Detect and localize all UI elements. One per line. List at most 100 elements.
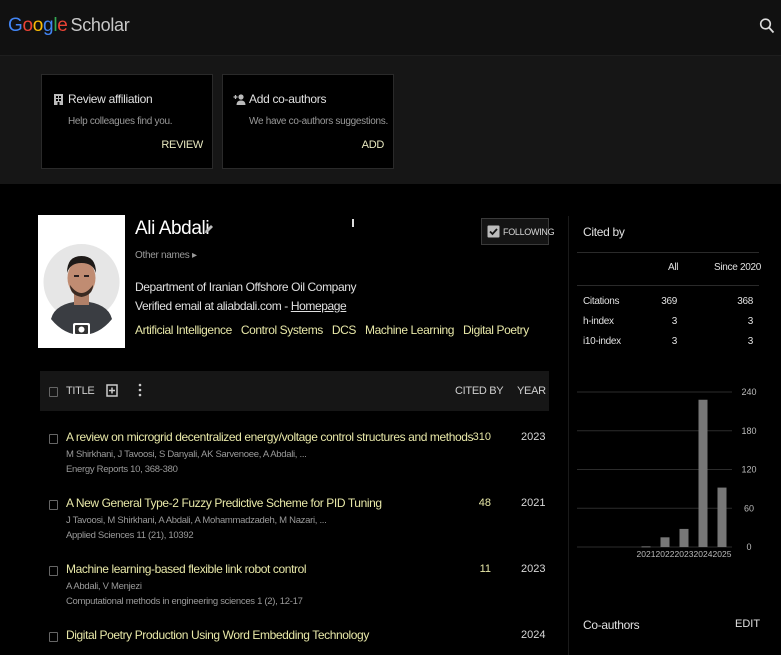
stat-all: 3	[671, 316, 678, 327]
logo-letter: o	[32, 15, 44, 36]
sort-by-cited[interactable]: CITED BY	[455, 385, 504, 397]
suggestions-banner: Review affiliation Help colleagues find …	[0, 56, 781, 184]
following-button[interactable]: FOLLOWING	[481, 218, 555, 245]
card-title: Review affiliation	[68, 92, 153, 106]
article-year: 2023	[521, 431, 546, 443]
divider	[577, 252, 759, 253]
col-all-header: All	[668, 262, 679, 273]
more-vert-icon[interactable]	[137, 382, 143, 398]
y-tick-label: 120	[741, 465, 756, 475]
coauthors-title: Co-authors	[583, 618, 640, 632]
article-title-link[interactable]: Digital Poetry Production Using Word Emb…	[66, 628, 369, 642]
article-title-link[interactable]: A New General Type-2 Fuzzy Predictive Sc…	[66, 496, 382, 510]
x-tick-label: 2021	[637, 549, 656, 559]
y-tick-label: 180	[741, 426, 756, 436]
stat-since: 368	[737, 296, 753, 307]
articles-table-header: TITLE CITED BY YEAR	[40, 371, 549, 411]
camera-icon[interactable]	[73, 323, 90, 336]
stat-all: 3	[671, 336, 678, 347]
y-tick-label: 60	[744, 503, 754, 513]
profile-photo-frame[interactable]	[38, 215, 125, 348]
article-year: 2021	[521, 497, 546, 509]
person-add-icon	[233, 94, 246, 105]
logo-suffix: Scholar	[70, 15, 130, 35]
interest-link[interactable]: DCS	[332, 323, 357, 337]
verified-email-text: Verified email at aliabdali.com -	[135, 299, 291, 313]
pencil-icon[interactable]	[203, 223, 215, 235]
stat-row-citations: Citations 369 368	[583, 296, 753, 310]
divider	[577, 285, 759, 286]
row-checkbox[interactable]	[49, 632, 58, 642]
logo-letter: g	[43, 15, 54, 36]
row-checkbox[interactable]	[49, 500, 58, 510]
add-article-icon[interactable]	[106, 383, 118, 397]
stat-label[interactable]: Citations	[583, 296, 620, 307]
stat-label[interactable]: h-index	[583, 316, 614, 327]
review-button[interactable]: REVIEW	[161, 139, 203, 151]
add-coauthors-card: Add co-authors We have co-authors sugges…	[222, 74, 394, 169]
card-subtitle: Help colleagues find you.	[68, 116, 173, 127]
row-checkbox[interactable]	[49, 566, 58, 576]
sort-by-year[interactable]: YEAR	[517, 385, 546, 397]
cited-by-count[interactable]: 11	[480, 563, 491, 575]
table-row: Digital Poetry Production Using Word Emb…	[40, 628, 549, 655]
logo-letter: G	[8, 15, 23, 36]
chart-bar[interactable]	[679, 528, 689, 547]
interest-link[interactable]: Control Systems	[241, 323, 323, 337]
article-authors: M Shirkhani, J Tavoosi, S Danyali, AK Sa…	[66, 449, 307, 460]
stat-row-i10-index: i10-index 3 3	[583, 336, 753, 350]
stat-all: 369	[661, 296, 677, 307]
article-venue: Computational methods in engineering sci…	[66, 596, 303, 607]
cited-by-count[interactable]: 310	[473, 431, 491, 443]
add-button[interactable]: ADD	[362, 139, 385, 151]
other-names-link[interactable]: Other names ▸	[135, 250, 197, 261]
table-row: A New General Type-2 Fuzzy Predictive Sc…	[40, 496, 549, 556]
article-title-link[interactable]: A review on microgrid decentralized ener…	[66, 430, 474, 444]
x-tick-label: 2022	[656, 549, 675, 559]
following-label: FOLLOWING	[503, 227, 555, 237]
review-affiliation-card: Review affiliation Help colleagues find …	[41, 74, 213, 169]
sort-by-title[interactable]: TITLE	[66, 385, 95, 397]
profile-name: Ali Abdali	[135, 218, 210, 239]
table-row: A review on microgrid decentralized ener…	[40, 430, 549, 490]
article-title-link[interactable]: Machine learning-based flexible link rob…	[66, 562, 307, 576]
homepage-link[interactable]: Homepage	[291, 299, 347, 313]
verified-email: Verified email at aliabdali.com - Homepa…	[135, 299, 347, 313]
chart-bar[interactable]	[698, 399, 708, 547]
affiliation: Department of Iranian Offshore Oil Compa…	[135, 280, 357, 294]
article-venue: Applied Sciences 11 (21), 10392	[66, 530, 194, 541]
article-venue: Energy Reports 10, 368-380	[66, 464, 178, 475]
logo-letter: o	[22, 15, 33, 36]
card-title: Add co-authors	[249, 92, 327, 106]
chart-bar[interactable]	[660, 537, 670, 547]
citations-bar-chart: 240 180 120 60 0 2021 2022 2023 2024 2025	[577, 387, 757, 559]
stat-label[interactable]: i10-index	[583, 336, 621, 347]
table-row: Machine learning-based flexible link rob…	[40, 562, 549, 622]
interest-link[interactable]: Artificial Intelligence	[135, 323, 232, 337]
search-icon[interactable]	[759, 17, 775, 35]
stat-since: 3	[747, 316, 754, 327]
chart-bar[interactable]	[641, 546, 651, 548]
interest-link[interactable]: Machine Learning	[365, 323, 454, 337]
col-since-header: Since 2020	[714, 262, 762, 273]
x-tick-label: 2025	[713, 549, 732, 559]
avatar[interactable]	[43, 223, 120, 341]
logo-letter: e	[57, 15, 68, 36]
y-tick-label: 0	[746, 542, 751, 552]
x-tick-label: 2024	[694, 549, 713, 559]
interests-list: Artificial Intelligence Control Systems DC…	[135, 323, 538, 337]
edit-coauthors-button[interactable]: EDIT	[735, 618, 760, 630]
chart-bar[interactable]	[717, 487, 727, 547]
interest-link[interactable]: Digital Poetry	[463, 323, 529, 337]
article-year: 2023	[521, 563, 546, 575]
y-tick-label: 240	[741, 387, 756, 397]
google-scholar-logo[interactable]: Google Scholar	[8, 15, 130, 37]
top-bar: Google Scholar	[0, 0, 781, 56]
row-checkbox[interactable]	[49, 434, 58, 444]
article-year: 2024	[521, 629, 546, 641]
article-authors: J Tavoosi, M Shirkhani, A Abdali, A Moha…	[66, 515, 327, 526]
select-all-checkbox[interactable]	[49, 387, 58, 397]
card-subtitle: We have co-authors suggestions.	[249, 116, 388, 127]
cited-by-count[interactable]: 48	[479, 497, 491, 509]
x-tick-label: 2023	[675, 549, 694, 559]
